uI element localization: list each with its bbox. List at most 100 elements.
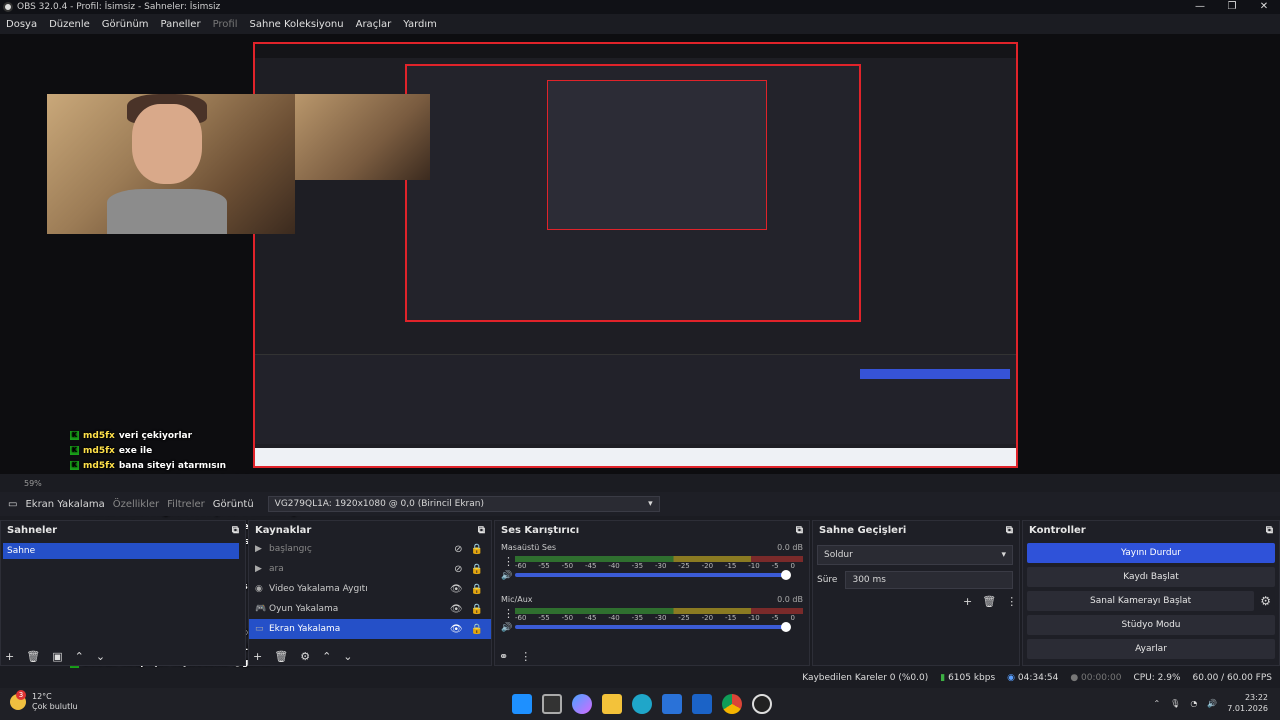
source-item[interactable]: 🎮 Oyun Yakalama 👁 🔒 [249,599,491,619]
maximize-button[interactable]: ❐ [1216,0,1248,14]
record-time-value: 00:00:00 [1081,673,1122,683]
source-label: Ekran Yakalama [269,624,341,634]
mixer-link-icon[interactable]: ⚭ [499,650,508,663]
scenes-dock: Sahneler ⧉ Sahne + 🗑 ▣ ⌃ ⌄ [0,520,246,666]
start-virtual-camera-button[interactable]: Sanal Kamerayı Başlat [1027,591,1255,611]
chevron-up-icon[interactable]: ⌃ [1153,699,1160,708]
gear-icon[interactable]: ⚙ [1260,594,1271,608]
store-icon[interactable] [662,694,682,714]
source-item[interactable]: ▶ başlangıç ⊘ 🔒 [249,539,491,559]
start-recording-button[interactable]: Kaydı Başlat [1027,567,1275,587]
remove-source-button[interactable]: 🗑 [274,650,288,663]
eye-hidden-icon[interactable]: ⊘ [454,544,462,555]
obs-taskbar-icon[interactable] [752,694,772,714]
scene-filters-button[interactable]: ▣ [52,650,62,663]
speaker-icon[interactable]: 🔊 [501,623,512,633]
eye-icon[interactable]: 👁 [450,624,463,635]
move-down-icon[interactable]: ⌄ [96,650,105,663]
eye-icon[interactable]: 👁 [450,604,463,615]
source-settings-button[interactable]: ⚙ [300,650,310,663]
stop-streaming-button[interactable]: Yayını Durdur [1027,543,1275,563]
game-icon: 🎮 [255,604,267,614]
speaker-icon[interactable]: 🔊 [501,571,512,581]
duration-input[interactable]: 300 ms [845,571,1013,589]
lock-icon[interactable]: 🔒 [471,544,483,555]
source-item[interactable]: ▭ Ekran Yakalama 👁 🔒 [249,619,491,639]
microphone-icon[interactable]: 🎙 [1170,699,1180,708]
properties-button[interactable]: Özellikler [113,499,159,510]
window-title: OBS 32.0.4 - Profil: İsimsiz - Sahneler:… [17,2,221,12]
chat-text: exe ile [118,445,153,456]
eye-icon[interactable]: 👁 [450,584,463,595]
duration-label: Süre [817,575,838,585]
dock-float-icon[interactable]: ⧉ [478,525,485,536]
lock-icon[interactable]: 🔒 [471,604,483,615]
record-time: ● 00:00:00 [1070,673,1121,683]
mixer-menu-icon[interactable]: ⋮ [520,650,531,663]
move-up-icon[interactable]: ⌃ [322,650,331,663]
weather-widget[interactable]: 3 12°C Çok bulutlu [10,690,78,712]
chat-text: veri çekiyorlar [118,430,193,441]
preview-area[interactable] [0,34,1280,474]
eye-hidden-icon[interactable]: ⊘ [454,564,462,575]
weather-icon: 3 [10,690,26,710]
menu-duzenle[interactable]: Düzenle [43,19,96,30]
mixer-channel: Masaüstü Ses 0.0 dB -60 -55 -50 -45 -40 -35 -30-… [495,539,809,591]
move-up-icon[interactable]: ⌃ [75,650,84,663]
recursive-stop-button [860,369,1010,379]
chrome-icon[interactable] [722,694,742,714]
channel-menu-icon[interactable]: ⋮ [503,555,514,568]
settings-button[interactable]: Ayarlar [1027,639,1275,659]
transition-menu-icon[interactable]: ⋮ [1006,595,1017,608]
remove-transition-button[interactable]: 🗑 [982,595,996,608]
minimize-button[interactable]: — [1184,0,1216,14]
dock-float-icon[interactable]: ⧉ [232,525,239,536]
display-select[interactable]: VG279QL1A: 1920x1080 @ 0,0 (Birincil Ekr… [267,496,660,512]
menu-dosya[interactable]: Dosya [0,19,43,30]
move-down-icon[interactable]: ⌄ [343,650,352,663]
close-button[interactable]: ✕ [1248,0,1280,14]
wifi-icon[interactable]: ◔ [1190,699,1197,708]
lock-icon[interactable]: 🔒 [471,624,483,635]
menu-gorunum[interactable]: Görünüm [96,19,155,30]
menu-araclar[interactable]: Araçlar [350,19,398,30]
menu-profil: Profil [212,18,238,30]
add-transition-button[interactable]: + [963,595,972,608]
dock-float-icon[interactable]: ⧉ [1006,525,1013,536]
meter-tick: -60 [515,614,527,622]
source-item[interactable]: ◉ Video Yakalama Aygıtı 👁 🔒 [249,579,491,599]
channel-menu-icon[interactable]: ⋮ [503,607,514,620]
clock[interactable]: 23:22 7.01.2026 [1227,692,1268,714]
lock-icon[interactable]: 🔒 [471,564,483,575]
menu-sahne-koleksiyonu[interactable]: Sahne Koleksiyonu [244,19,350,30]
task-view-icon[interactable] [542,694,562,714]
zoom-level: 59% [24,478,42,488]
add-source-button[interactable]: + [253,650,262,663]
clock-time: 23:22 [1244,693,1268,702]
volume-slider[interactable] [515,570,791,580]
camera-icon: ◉ [255,584,263,594]
add-scene-button[interactable]: + [5,650,14,663]
volume-icon[interactable]: 🔊 [1207,699,1217,708]
menu-yardim[interactable]: Yardım [397,19,443,30]
outlook-icon[interactable] [692,694,712,714]
windows-start-icon[interactable] [512,694,532,714]
source-item[interactable]: ▶ ara ⊘ 🔒 [249,559,491,579]
source-toolbar: ▭ Ekran Yakalama Özellikler Filtreler Gö… [0,492,1280,516]
studio-mode-button[interactable]: Stüdyo Modu [1027,615,1275,635]
copilot-icon[interactable] [572,694,592,714]
file-explorer-icon[interactable] [602,694,622,714]
transition-select[interactable]: Soldur ▾ [817,545,1013,565]
edge-icon[interactable] [632,694,652,714]
meter-tick: -30 [654,614,667,622]
lock-icon[interactable]: 🔒 [471,584,483,595]
menu-paneller[interactable]: Paneller [155,19,207,30]
windows-taskbar: 3 12°C Çok bulutlu ⌃ 🎙 ◔ 🔊 23:22 7.01.20… [0,688,1280,720]
dock-float-icon[interactable]: ⧉ [1266,525,1273,536]
controls-title: Kontroller [1029,524,1086,536]
remove-scene-button[interactable]: 🗑 [26,650,40,663]
filters-button[interactable]: Filtreler [167,499,205,510]
dock-float-icon[interactable]: ⧉ [796,525,803,536]
scene-item[interactable]: Sahne [3,543,239,559]
volume-slider[interactable] [515,622,791,632]
